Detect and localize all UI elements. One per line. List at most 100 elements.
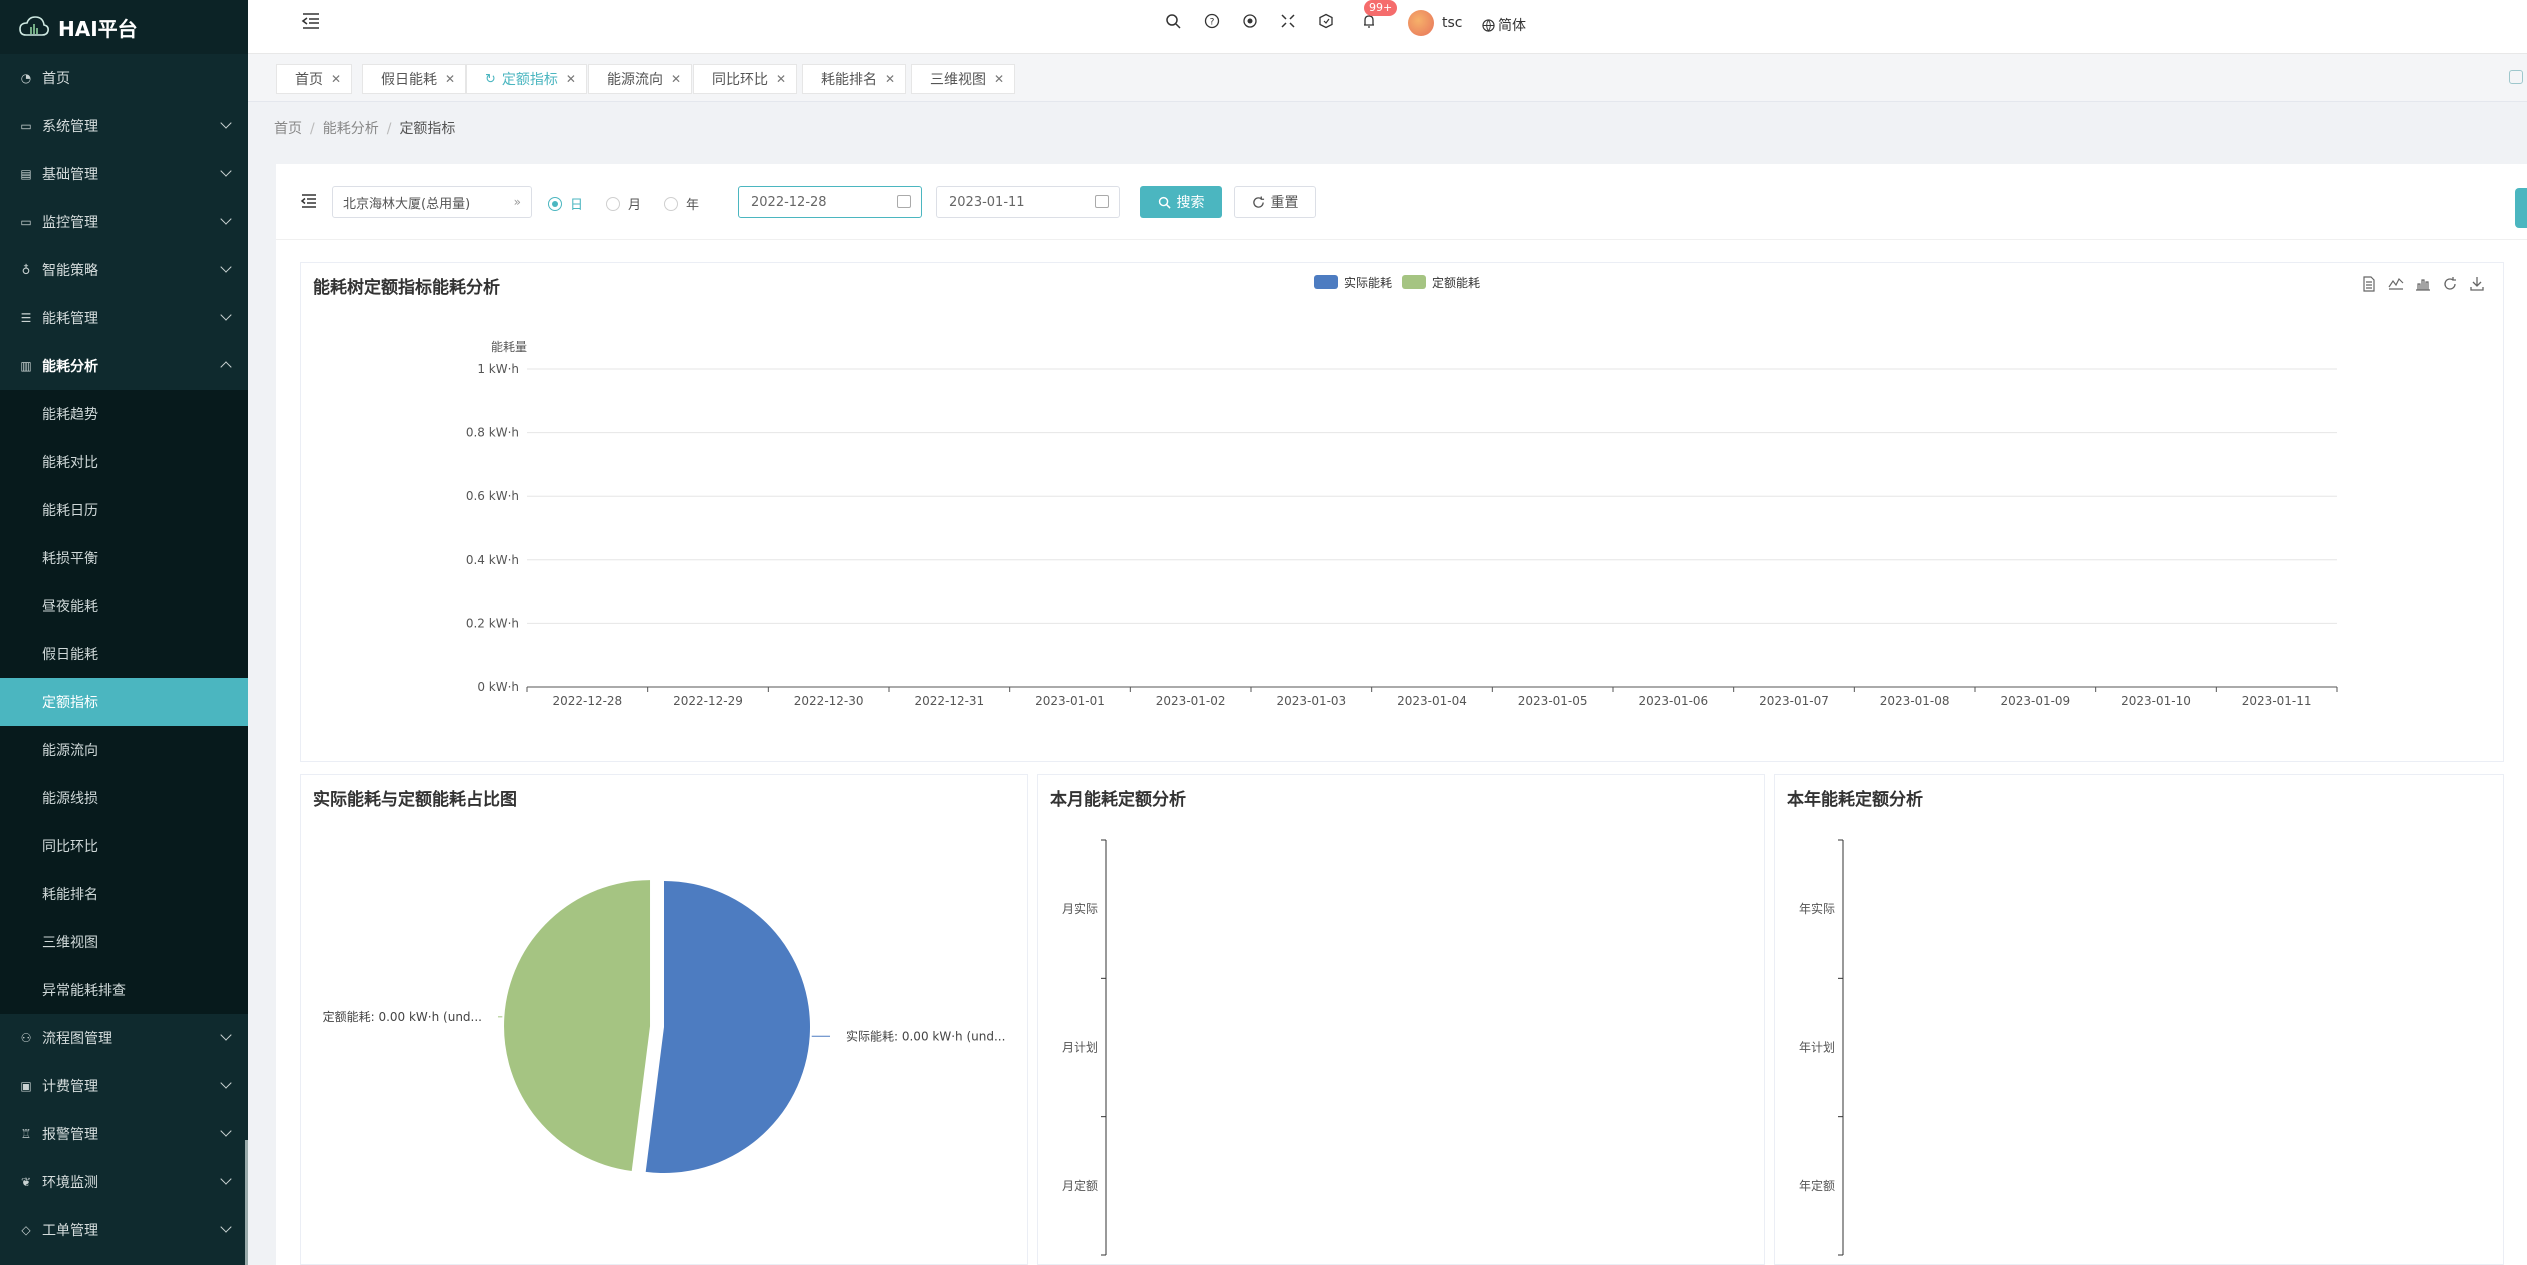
- start-date-picker[interactable]: 2022-12-28: [738, 186, 922, 218]
- end-date-picker[interactable]: 2023-01-11: [936, 186, 1120, 218]
- close-icon[interactable]: ✕: [776, 72, 786, 86]
- tab-label: 首页: [295, 72, 323, 88]
- category-label: 年实际: [1799, 901, 1835, 916]
- size-icon[interactable]: [1317, 12, 1335, 30]
- legend-swatch[interactable]: [1314, 275, 1338, 289]
- legend-label[interactable]: 定额能耗: [1432, 275, 1480, 290]
- fullscreen-icon[interactable]: [1279, 12, 1297, 30]
- pie-label: 实际能耗: 0.00 kW·h (und...: [846, 1028, 1005, 1043]
- breadcrumb-item-analysis[interactable]: 能耗分析: [323, 121, 379, 137]
- sidebar-subitem[interactable]: 耗损平衡: [0, 534, 248, 582]
- close-icon[interactable]: ✕: [885, 72, 895, 86]
- x-tick-label: 2022-12-31: [914, 694, 984, 708]
- sidebar-subitem[interactable]: 耗能排名: [0, 870, 248, 918]
- github-icon[interactable]: [1241, 12, 1259, 30]
- legend-swatch[interactable]: [1402, 275, 1426, 289]
- sidebar-subitem[interactable]: 能耗对比: [0, 438, 248, 486]
- sliders-icon: ☰: [20, 311, 32, 325]
- sidebar-item-label: 流程图管理: [42, 1031, 112, 1047]
- sidebar-item[interactable]: ▣ 计费管理: [0, 1062, 248, 1110]
- filter-bar: 北京海林大厦(总用量) » 日 月 年 2022-12-28 2023-01-1…: [276, 164, 2527, 240]
- sidebar-item[interactable]: ♁ 智能策略: [0, 246, 248, 294]
- database-icon: ▤: [20, 167, 32, 181]
- start-date-value: 2022-12-28: [751, 194, 827, 210]
- sidebar-item-label: 能耗管理: [42, 311, 98, 327]
- globe-icon: [1482, 19, 1495, 32]
- tab[interactable]: ↻ 定额指标 ✕: [466, 64, 587, 94]
- radio-day-label: 日: [570, 198, 584, 213]
- sidebar-subitem[interactable]: 能源线损: [0, 774, 248, 822]
- sidebar-item[interactable]: ◔ 首页: [0, 54, 248, 102]
- x-tick-label: 2023-01-08: [1880, 694, 1950, 708]
- billing-icon: ▣: [20, 1079, 32, 1093]
- close-icon[interactable]: ✕: [331, 72, 341, 86]
- pie-slice[interactable]: [645, 881, 810, 1173]
- tab-label: 耗能排名: [821, 72, 877, 88]
- side-drawer-tab[interactable]: [2515, 188, 2527, 228]
- sidebar-subitem[interactable]: 能耗趋势: [0, 390, 248, 438]
- radio-month[interactable]: 月: [606, 194, 641, 213]
- ratio-pie-chart-panel: 实际能耗与定额能耗占比图 实际能耗: 0.00 kW·h (und... 定额能耗…: [300, 774, 1028, 1265]
- sidebar-item-label: 智能策略: [42, 263, 98, 279]
- language-switch[interactable]: 简体: [1482, 15, 1526, 35]
- avatar[interactable]: [1408, 10, 1434, 36]
- y-tick-label: 1 kW·h: [477, 362, 519, 376]
- sidebar-item[interactable]: ❦ 环境监测: [0, 1158, 248, 1206]
- tab[interactable]: 同比环比 ✕: [693, 64, 798, 94]
- sidebar-item-label: 报警管理: [42, 1127, 98, 1143]
- chevron-down-icon: [220, 1125, 232, 1137]
- sidebar-item[interactable]: ▥ 能耗分析: [0, 342, 248, 390]
- sidebar-subitem[interactable]: 异常能耗排查: [0, 966, 248, 1014]
- tab[interactable]: 能源流向 ✕: [588, 64, 693, 94]
- tab[interactable]: 首页 ✕: [276, 64, 353, 94]
- close-icon[interactable]: ✕: [445, 72, 455, 86]
- sidebar-item[interactable]: ▤ 基础管理: [0, 150, 248, 198]
- menu-fold-icon[interactable]: [300, 10, 322, 32]
- main-content: 北京海林大厦(总用量) » 日 月 年 2022-12-28 2023-01-1…: [276, 164, 2527, 1265]
- help-icon[interactable]: ?: [1203, 12, 1221, 30]
- y-tick-label: 0.8 kW·h: [466, 426, 519, 440]
- radio-day[interactable]: 日: [548, 194, 583, 213]
- sidebar-scrollbar[interactable]: [245, 1140, 248, 1265]
- close-icon[interactable]: ✕: [566, 72, 576, 86]
- tree-toggle-icon[interactable]: [300, 192, 318, 210]
- sidebar-item-label: 工单管理: [42, 1223, 98, 1239]
- sidebar-item[interactable]: ♖ 报警管理: [0, 1110, 248, 1158]
- building-select-value: 北京海林大厦(总用量): [343, 196, 471, 212]
- sidebar-item[interactable]: ◇ 工单管理: [0, 1206, 248, 1254]
- end-date-value: 2023-01-11: [949, 194, 1025, 210]
- close-icon[interactable]: ✕: [994, 72, 1004, 86]
- sidebar-subitem[interactable]: 能耗日历: [0, 486, 248, 534]
- sidebar-item[interactable]: ▭ 系统管理: [0, 102, 248, 150]
- sidebar-item[interactable]: ▭ 监控管理: [0, 198, 248, 246]
- breadcrumb-item-home[interactable]: 首页: [274, 121, 302, 137]
- close-icon[interactable]: ✕: [671, 72, 681, 86]
- tab[interactable]: 假日能耗 ✕: [362, 64, 467, 94]
- building-select[interactable]: 北京海林大厦(总用量) »: [332, 186, 532, 218]
- sidebar-item-label: 计费管理: [42, 1079, 98, 1095]
- sidebar-subitem[interactable]: 定额指标: [0, 678, 248, 726]
- sidebar-subitem[interactable]: 三维视图: [0, 918, 248, 966]
- sidebar-subitem[interactable]: 假日能耗: [0, 630, 248, 678]
- sidebar-subitem[interactable]: 同比环比: [0, 822, 248, 870]
- username[interactable]: tsc: [1442, 15, 1462, 31]
- search-icon[interactable]: [1164, 12, 1182, 30]
- tab[interactable]: 耗能排名 ✕: [802, 64, 907, 94]
- sidebar-item[interactable]: ☰ 能耗管理: [0, 294, 248, 342]
- lock-icon[interactable]: [2509, 70, 2523, 84]
- tab[interactable]: 三维视图 ✕: [911, 64, 1016, 94]
- radio-year[interactable]: 年: [664, 194, 699, 213]
- reset-button[interactable]: 重置: [1234, 186, 1316, 218]
- x-tick-label: 2023-01-03: [1276, 694, 1346, 708]
- sidebar-item[interactable]: ⚇ 流程图管理: [0, 1014, 248, 1062]
- sidebar-subitem[interactable]: 昼夜能耗: [0, 582, 248, 630]
- app-logo[interactable]: HAI平台: [0, 0, 248, 54]
- chart-icon: ▥: [20, 359, 32, 373]
- sidebar-subitem[interactable]: 能源流向: [0, 726, 248, 774]
- search-button[interactable]: 搜索: [1140, 186, 1222, 218]
- legend-label[interactable]: 实际能耗: [1344, 275, 1392, 290]
- x-tick-label: 2023-01-04: [1397, 694, 1467, 708]
- pie-slice[interactable]: [504, 880, 651, 1171]
- sidebar-item-label: 系统管理: [42, 119, 98, 135]
- category-label: 年定额: [1799, 1178, 1835, 1193]
